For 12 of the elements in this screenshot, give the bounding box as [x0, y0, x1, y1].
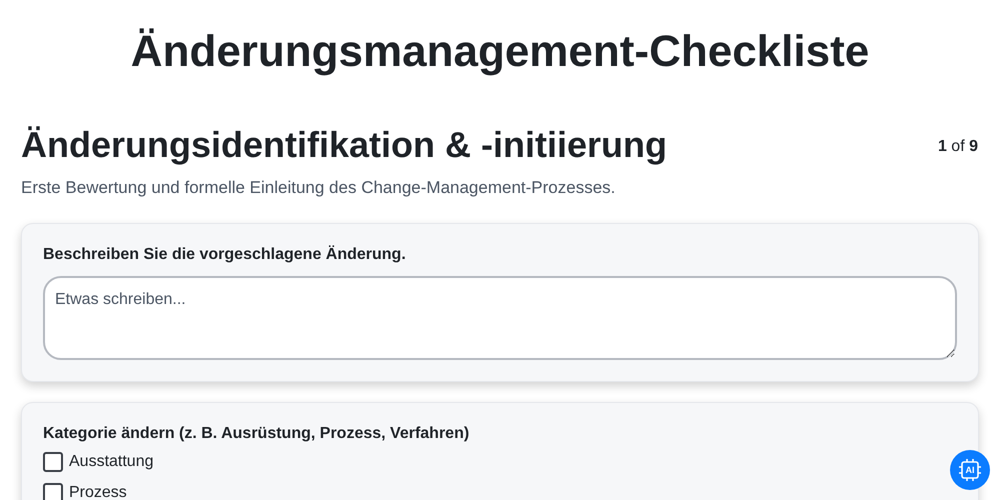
page-title: Änderungsmanagement-Checkliste: [130, 26, 870, 78]
chip-icon: [958, 458, 982, 482]
answer-field[interactable]: Etwas schreiben...: [43, 276, 957, 360]
question-label: Kategorie ändern (z. B. Ausrüstung, Prozess, Verfahren): [43, 424, 470, 444]
checkbox[interactable]: [43, 452, 63, 472]
section-heading: Änderungsidentifikation & -initiierung: [21, 123, 667, 167]
checkbox-label: Ausstattung: [69, 452, 154, 472]
checkbox[interactable]: [43, 482, 63, 500]
section-description: Erste Bewertung und formelle Einleitung des Change-Management-Prozesses.: [21, 177, 616, 199]
checkbox-label: Prozess: [69, 482, 127, 500]
question-label: Beschreiben Sie die vorgeschlagene Änderung.: [43, 244, 407, 264]
page-counter: 1 of 9: [938, 137, 978, 157]
